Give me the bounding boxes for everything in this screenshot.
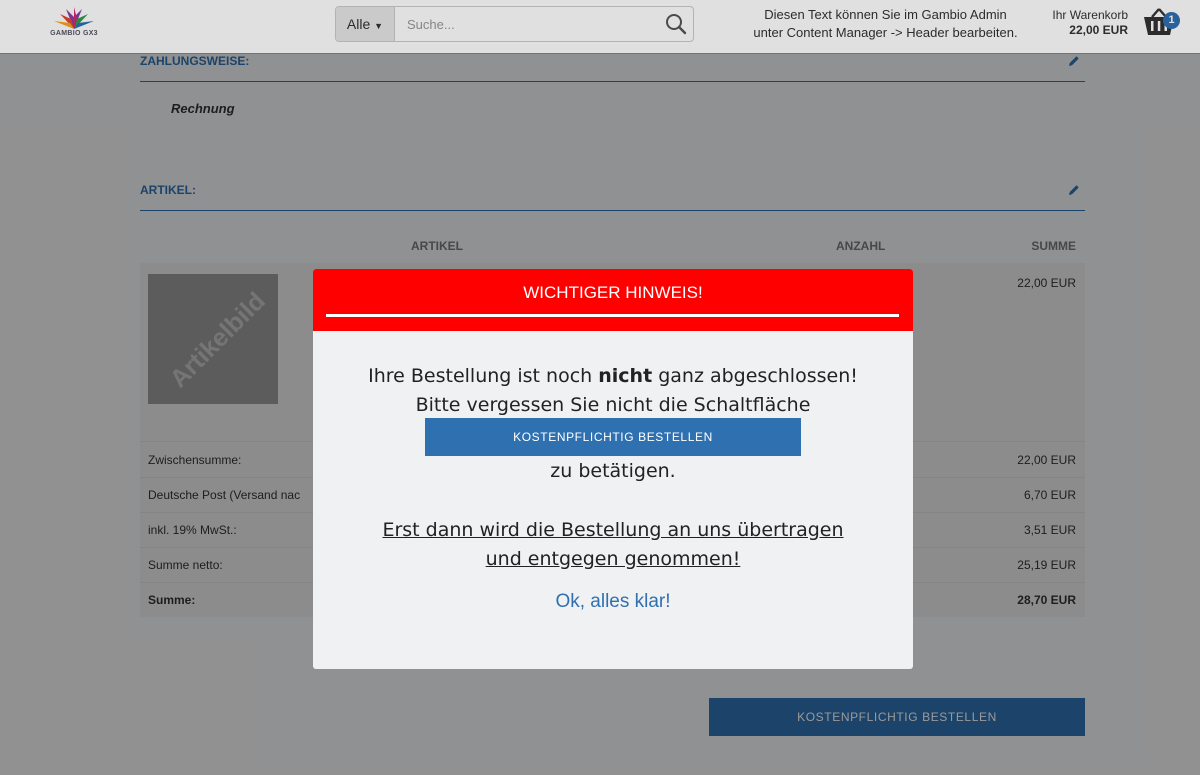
- modal-warning-line2: und entgegen genommen!: [485, 548, 741, 570]
- header-info-line1: Diesen Text können Sie im Gambio Admin: [764, 7, 1007, 22]
- site-header: GAMBIO GX3 Alle ▼ Diesen Text können Sie…: [0, 0, 1200, 54]
- logo-text: GAMBIO GX3: [50, 30, 98, 37]
- gambio-logo[interactable]: GAMBIO GX3: [46, 5, 102, 41]
- modal-line1-start: Ihre Bestellung ist noch: [368, 365, 599, 387]
- cart-total[interactable]: 22,00 EUR: [1069, 23, 1128, 37]
- search-category-dropdown[interactable]: Alle ▼: [336, 7, 395, 41]
- modal-message-line1: Ihre Bestellung ist noch nicht ganz abge…: [313, 365, 913, 387]
- search-input[interactable]: [395, 7, 674, 41]
- cart-label[interactable]: Ihr Warenkorb: [1052, 8, 1128, 22]
- lotus-logo-icon: [54, 7, 94, 29]
- modal-line1-emphasis: nicht: [598, 365, 653, 387]
- modal-message-line2: Bitte vergessen Sie nicht die Schaltfläc…: [415, 394, 811, 416]
- caret-down-icon: ▼: [374, 21, 384, 31]
- modal-ok-link[interactable]: Ok, alles klar!: [313, 591, 913, 613]
- search-icon[interactable]: [665, 13, 687, 35]
- cart-count-badge: 1: [1163, 12, 1180, 29]
- modal-header-divider: [326, 314, 899, 317]
- important-notice-modal: WICHTIGER HINWEIS! Ihre Bestellung ist n…: [313, 269, 913, 669]
- header-info-text: Diesen Text können Sie im Gambio Admin u…: [713, 6, 1058, 42]
- modal-place-order-button[interactable]: KOSTENPFLICHTIG BESTELLEN: [425, 418, 801, 456]
- header-info-line2: unter Content Manager -> Header bearbeit…: [753, 25, 1018, 40]
- search-bar: Alle ▼: [335, 6, 694, 42]
- modal-warning-line1: Erst dann wird die Bestellung an uns übe…: [382, 519, 844, 541]
- search-category-label: Alle: [346, 16, 371, 32]
- modal-title: WICHTIGER HINWEIS!: [523, 283, 703, 302]
- modal-header: WICHTIGER HINWEIS!: [313, 269, 913, 331]
- modal-message-line3: zu betätigen.: [550, 460, 676, 482]
- modal-line1-end: ganz abgeschlossen!: [652, 365, 858, 387]
